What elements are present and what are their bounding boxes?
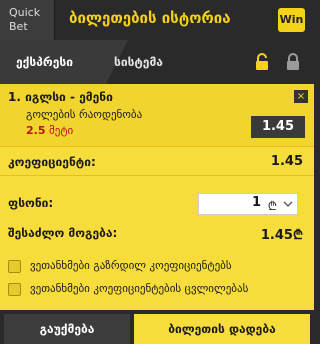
- stake-label: ფსონი:: [8, 196, 54, 210]
- selection-line-value: 2.5: [26, 124, 46, 137]
- stake-input[interactable]: 1 ₾: [198, 193, 298, 215]
- total-coefficient-row: კოეფიციენტი: 1.45: [0, 146, 314, 176]
- quick-bet-label-line1: Quick: [9, 6, 41, 19]
- selection-odds: 1.45: [251, 116, 305, 138]
- selection-match-name: იგლსი - ემენი: [25, 90, 113, 104]
- selection-market: გოლების რაოდენობა: [26, 108, 143, 121]
- remove-selection-button[interactable]: ×: [294, 90, 308, 103]
- place-bet-button[interactable]: ბილეთის დადება: [134, 314, 310, 344]
- selection-outcome: 2.5 მეტი: [26, 124, 73, 137]
- bet-type-tabs: ექსპრესი სისტემა: [0, 40, 314, 84]
- tab-system[interactable]: სისტემა: [110, 40, 230, 84]
- selection-item: 1. იგლსი - ემენი გოლების რაოდენობა 2.5 მ…: [0, 84, 314, 146]
- tab-express[interactable]: ექსპრესი: [0, 40, 128, 84]
- cancel-button[interactable]: გაუქმება: [4, 314, 130, 344]
- accept-increased-odds-label[interactable]: ვეთანხმები გაზრდილ კოეფიციენტებს: [30, 259, 232, 272]
- accept-odds-change-label[interactable]: ვეთანხმები კოეფიციენტების ცვლილებას: [30, 282, 248, 295]
- accept-odds-change-checkbox[interactable]: [8, 283, 21, 296]
- coefficient-value: 1.45: [270, 154, 303, 169]
- coefficient-label: კოეფიციენტი:: [8, 155, 96, 169]
- betslip-panel: 1. იგლსი - ემენი გოლების რაოდენობა 2.5 მ…: [0, 84, 314, 310]
- selection-line-label: მეტი: [49, 124, 74, 137]
- lari-currency-icon: ₾: [267, 199, 277, 213]
- selection-match: 1. იგლსი - ემენი: [8, 90, 113, 104]
- quick-bet-button[interactable]: Quick Bet: [0, 0, 55, 40]
- stake-value[interactable]: 1: [252, 195, 261, 210]
- selection-index: 1.: [8, 90, 21, 104]
- win-badge[interactable]: Win: [278, 8, 305, 32]
- lock-icon[interactable]: [286, 53, 300, 71]
- accept-increased-odds-checkbox[interactable]: [8, 260, 21, 273]
- quick-bet-label-line2: Bet: [9, 20, 28, 33]
- chevron-down-icon[interactable]: [283, 200, 293, 208]
- bet-history-link[interactable]: ბილეთების ისტორია: [69, 9, 231, 27]
- possible-win-label: შესაძლო მოგება:: [8, 226, 118, 240]
- betslip-header: Quick Bet ბილეთების ისტორია Win: [0, 0, 314, 40]
- unlock-icon[interactable]: [255, 53, 269, 71]
- betslip-footer: გაუქმება ბილეთის დადება: [0, 310, 314, 344]
- possible-win-value: 1.45₾: [260, 228, 303, 243]
